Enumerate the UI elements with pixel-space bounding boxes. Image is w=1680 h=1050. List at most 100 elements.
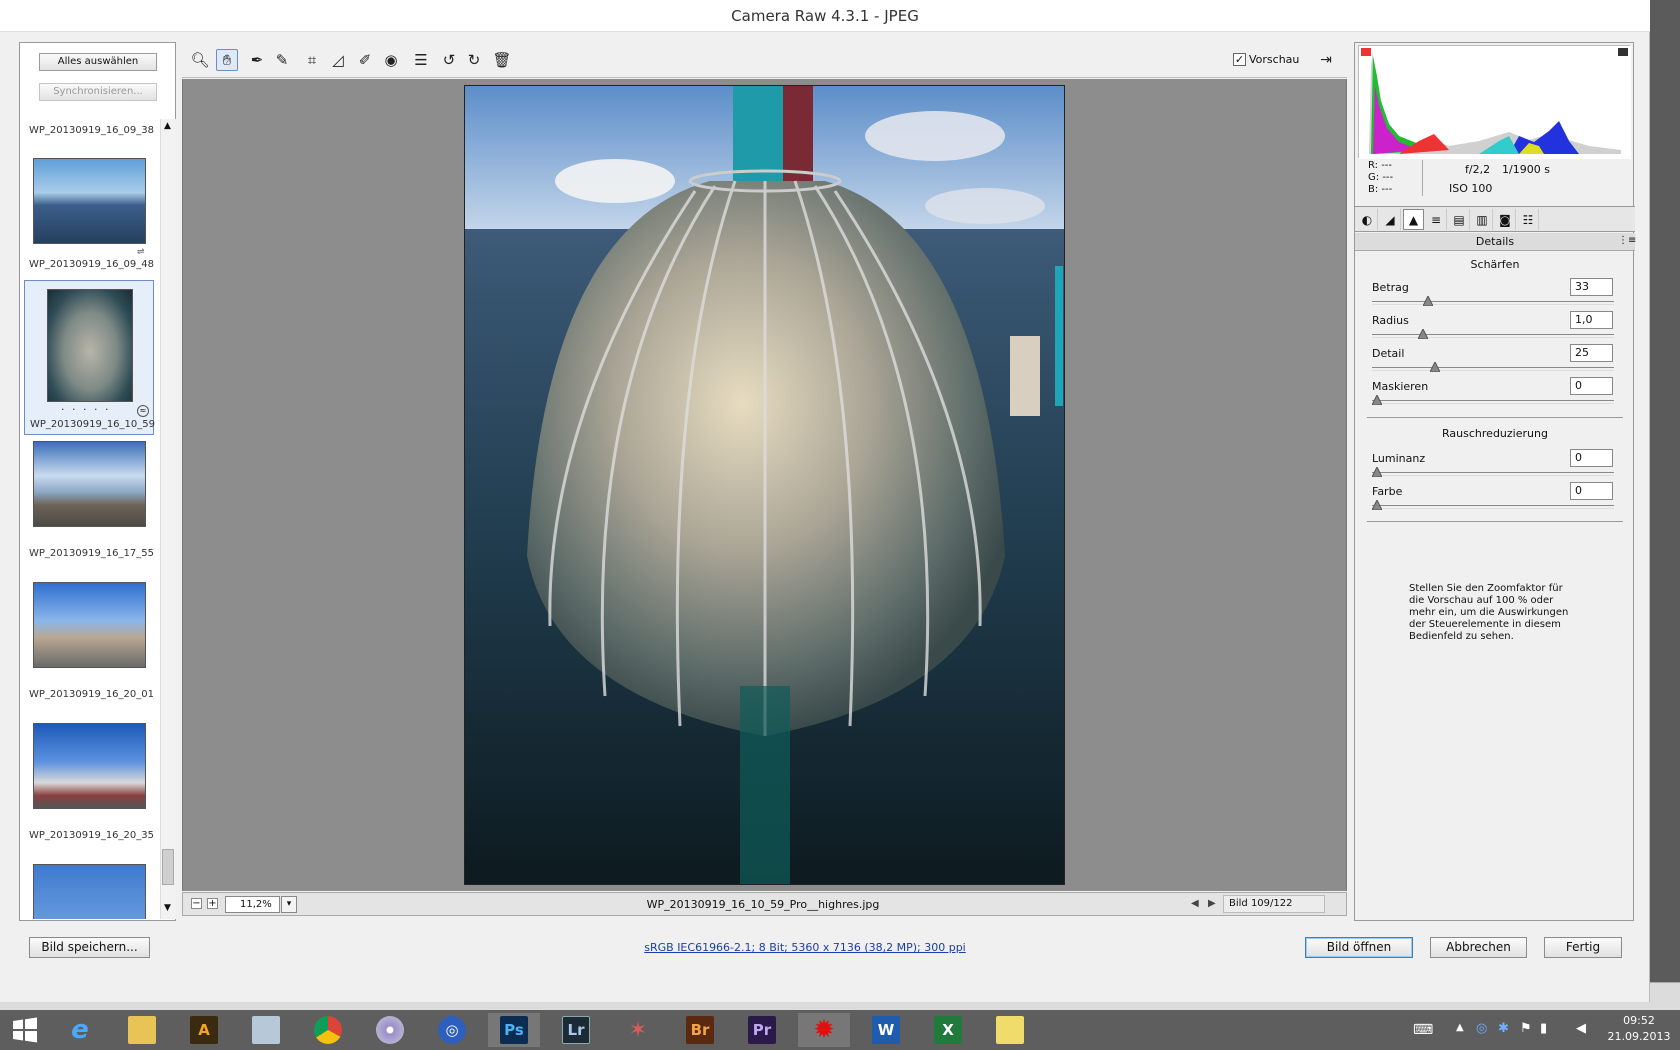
rotate-left-icon[interactable]: ↺ xyxy=(438,49,460,71)
taskbar-app-star[interactable]: ✶ xyxy=(616,1013,660,1047)
excel-icon: X xyxy=(934,1016,962,1044)
start-button[interactable] xyxy=(3,1013,47,1047)
detail-slider[interactable] xyxy=(1372,360,1614,373)
slider-thumb[interactable] xyxy=(1371,465,1383,478)
rotate-right-icon[interactable]: ↻ xyxy=(463,49,485,71)
thumbnail-image xyxy=(47,289,133,402)
preview-checkbox[interactable]: ✓ xyxy=(1233,53,1246,66)
volume-icon[interactable]: ◀ xyxy=(1576,1021,1586,1036)
scroll-thumb[interactable] xyxy=(162,849,174,885)
basic-tab-icon[interactable]: ◐ xyxy=(1357,209,1378,230)
masking-slider[interactable] xyxy=(1371,393,1614,406)
done-button[interactable]: Fertig xyxy=(1544,937,1622,958)
filmstrip-item[interactable]: WP_20130919_16_17_55_... xyxy=(24,441,154,566)
tray-expand-icon[interactable]: ▲ xyxy=(1456,1022,1464,1033)
bluetooth-icon[interactable]: ✱ xyxy=(1498,1021,1509,1036)
workflow-options-link[interactable]: sRGB IEC61966-2.1; 8 Bit; 5360 x 7136 (3… xyxy=(560,941,1050,954)
filmstrip-item[interactable] xyxy=(24,864,154,919)
camera-calibration-tab-icon[interactable]: ◙ xyxy=(1495,209,1516,230)
tray-app-icon[interactable]: ◎ xyxy=(1476,1021,1487,1036)
image-preview[interactable] xyxy=(182,79,1347,891)
filmstrip-item-selected[interactable]: · · · · · ≈ WP_20130919_16_10_59_... xyxy=(24,280,155,435)
slider-thumb[interactable] xyxy=(1371,498,1383,511)
hsl-tab-icon[interactable]: ≡ xyxy=(1426,209,1447,230)
taskbar-app-folder[interactable] xyxy=(988,1013,1032,1047)
detail-tab-icon[interactable]: ▲ xyxy=(1403,209,1424,230)
fullscreen-icon[interactable]: ⇥ xyxy=(1315,49,1337,71)
detail-input[interactable]: 25 xyxy=(1570,344,1613,362)
scroll-up-icon[interactable]: ▲ xyxy=(164,121,171,131)
color-sampler-tool-icon[interactable]: ✎ xyxy=(271,49,293,71)
action-center-icon[interactable]: ⚑ xyxy=(1520,1021,1532,1036)
taskbar-lightroom[interactable]: Lr xyxy=(554,1013,598,1047)
previous-image-icon[interactable]: ◀ xyxy=(1191,898,1199,909)
color-label: Farbe xyxy=(1372,485,1403,498)
panel-menu-icon[interactable]: ⋮≡ xyxy=(1618,235,1636,246)
presets-tab-icon[interactable]: ☷ xyxy=(1518,209,1539,230)
zoom-out-button[interactable]: − xyxy=(191,898,202,909)
trash-icon[interactable]: 🗑︎ xyxy=(491,49,513,71)
luminance-input[interactable]: 0 xyxy=(1570,449,1613,467)
color-slider[interactable] xyxy=(1371,498,1614,511)
slider-thumb[interactable] xyxy=(1429,360,1441,373)
system-clock[interactable]: 09:52 21.09.2013 xyxy=(1604,1013,1674,1045)
hand-tool-icon[interactable]: ✋︎ xyxy=(216,49,238,71)
info-divider xyxy=(1422,160,1423,196)
filmstrip-scrollbar[interactable]: ▲ ▼ xyxy=(160,119,176,919)
taskbar-excel[interactable]: X xyxy=(926,1013,970,1047)
filmstrip-item[interactable]: WP_20130919_16_20_01_... xyxy=(24,582,154,707)
retouch-tool-icon[interactable]: ✐ xyxy=(354,49,376,71)
taskbar-word[interactable]: W xyxy=(864,1013,908,1047)
zoom-tool-icon[interactable]: 🔍︎ xyxy=(189,49,211,71)
straighten-tool-icon[interactable]: ◿ xyxy=(327,49,349,71)
save-image-button[interactable]: Bild speichern... xyxy=(29,937,150,958)
slider-thumb[interactable] xyxy=(1371,393,1383,406)
slider-thumb[interactable] xyxy=(1422,294,1434,307)
select-all-button[interactable]: Alles auswählen xyxy=(39,53,157,71)
luminance-slider[interactable] xyxy=(1371,465,1614,478)
red-eye-tool-icon[interactable]: ◉ xyxy=(380,49,402,71)
radius-input[interactable]: 1,0 xyxy=(1570,311,1613,329)
taskbar-bridge[interactable]: Br xyxy=(678,1013,722,1047)
split-toning-tab-icon[interactable]: ▤ xyxy=(1449,209,1470,230)
network-icon[interactable]: ▮ xyxy=(1540,1021,1547,1036)
taskbar-photoshop[interactable]: Ps xyxy=(488,1013,540,1047)
filmstrip-item[interactable]: ⇌ WP_20130919_16_09_48_... xyxy=(24,149,154,274)
masking-input[interactable]: 0 xyxy=(1570,377,1613,395)
synchronize-button[interactable]: Synchronisieren... xyxy=(39,83,157,101)
filmstrip-item[interactable]: WP_20130919_16_20_35_... xyxy=(24,723,154,848)
keyboard-icon[interactable]: ⌨ xyxy=(1413,1022,1433,1038)
open-image-button[interactable]: Bild öffnen xyxy=(1305,937,1413,958)
taskbar-premiere[interactable]: Pr xyxy=(740,1013,784,1047)
slider-thumb[interactable] xyxy=(1417,327,1430,340)
cancel-button[interactable]: Abbrechen xyxy=(1430,937,1527,958)
crop-tool-icon[interactable]: ⌗ xyxy=(301,49,323,71)
scroll-down-icon[interactable]: ▼ xyxy=(164,903,171,913)
white-balance-tool-icon[interactable]: ✒︎ xyxy=(246,49,268,71)
filmstrip-item[interactable]: WP_20130919_16_09_38_... xyxy=(24,119,154,149)
lens-tab-icon[interactable]: ▥ xyxy=(1472,209,1493,230)
zoom-level-field[interactable]: 11,2% xyxy=(225,896,280,913)
tone-curve-tab-icon[interactable]: ◢ xyxy=(1380,209,1401,230)
amount-input[interactable]: 33 xyxy=(1570,278,1613,296)
masking-label: Maskieren xyxy=(1372,380,1429,393)
next-image-icon[interactable]: ▶ xyxy=(1208,898,1216,909)
highlight-clipping-icon[interactable] xyxy=(1618,48,1628,56)
taskbar-app-round[interactable]: ◎ xyxy=(430,1013,474,1047)
taskbar-chrome[interactable] xyxy=(306,1013,350,1047)
taskbar-file-explorer[interactable] xyxy=(120,1013,164,1047)
taskbar-app-splash[interactable]: ✹ xyxy=(798,1013,850,1047)
taskbar-photo-viewer[interactable] xyxy=(244,1013,288,1047)
taskbar-dvd-player[interactable] xyxy=(368,1013,412,1047)
color-input[interactable]: 0 xyxy=(1570,482,1613,500)
preferences-icon[interactable]: ☰ xyxy=(410,49,432,71)
zoom-dropdown-icon[interactable]: ▾ xyxy=(281,896,297,913)
taskbar-internet-explorer[interactable]: e xyxy=(58,1013,102,1047)
shadow-clipping-icon[interactable] xyxy=(1361,48,1371,56)
filmstrip-item-name: WP_20130919_16_10_59_... xyxy=(30,419,155,430)
zoom-in-button[interactable]: + xyxy=(207,898,218,909)
amount-slider[interactable] xyxy=(1372,294,1614,307)
rating-stars[interactable]: · · · · · xyxy=(61,403,110,416)
taskbar-app[interactable]: A xyxy=(182,1013,226,1047)
radius-slider[interactable] xyxy=(1372,327,1614,340)
